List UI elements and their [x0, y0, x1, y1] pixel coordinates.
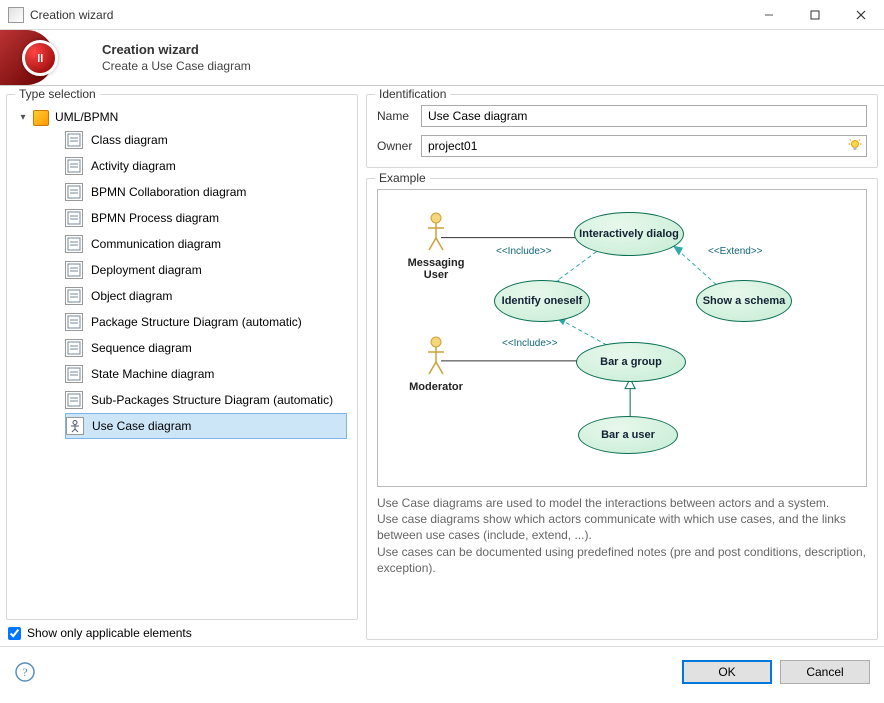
show-only-applicable-checkbox[interactable]: Show only applicable elements: [6, 620, 358, 640]
tree-item-bpmn-process-diagram[interactable]: BPMN Process diagram: [65, 205, 347, 231]
type-selection-group: Type selection ▾ UML/BPMN Class diagramA…: [6, 94, 358, 620]
owner-hint-button[interactable]: [844, 136, 866, 156]
diagram-type-icon: [65, 209, 83, 227]
tree-item-label: Communication diagram: [91, 237, 221, 251]
diagram-type-icon: [65, 131, 83, 149]
tree-item-label: BPMN Collaboration diagram: [91, 185, 246, 199]
ok-button[interactable]: OK: [682, 660, 772, 684]
example-description: Use Case diagrams are used to model the …: [377, 495, 867, 576]
type-selection-legend: Type selection: [15, 87, 100, 101]
diagram-type-icon: [65, 287, 83, 305]
wizard-header-icon: [22, 40, 58, 76]
include-label: <<Include>>: [502, 338, 558, 349]
tree-root-uml-bpmn[interactable]: ▾ UML/BPMN: [17, 107, 347, 127]
tree-item-label: State Machine diagram: [91, 367, 214, 381]
diagram-type-icon: [65, 183, 83, 201]
tree-item-deployment-diagram[interactable]: Deployment diagram: [65, 257, 347, 283]
dialog-footer: ? OK Cancel: [0, 646, 884, 696]
tree-item-object-diagram[interactable]: Object diagram: [65, 283, 347, 309]
diagram-type-icon: [65, 313, 83, 331]
uml-package-icon: [33, 109, 49, 125]
example-legend: Example: [375, 171, 430, 185]
name-label: Name: [377, 109, 421, 123]
tree-item-label: BPMN Process diagram: [91, 211, 219, 225]
tree-item-communication-diagram[interactable]: Communication diagram: [65, 231, 347, 257]
tree-item-label: Sub-Packages Structure Diagram (automati…: [91, 393, 333, 407]
tree-item-label: Package Structure Diagram (automatic): [91, 315, 302, 329]
tree-item-activity-diagram[interactable]: Activity diagram: [65, 153, 347, 179]
usecase-bar-user: Bar a user: [578, 416, 678, 454]
usecase-bar-group: Bar a group: [576, 342, 686, 382]
actor-label: Moderator: [402, 381, 470, 393]
tree-item-bpmn-collaboration-diagram[interactable]: BPMN Collaboration diagram: [65, 179, 347, 205]
wizard-subtitle: Create a Use Case diagram: [102, 59, 251, 73]
diagram-type-icon: [65, 235, 83, 253]
cancel-button[interactable]: Cancel: [780, 660, 870, 684]
usecase-show-schema: Show a schema: [696, 280, 792, 322]
actor-moderator: Moderator: [402, 336, 470, 393]
tree-item-label: Use Case diagram: [92, 419, 191, 433]
tree-item-label: Activity diagram: [91, 159, 176, 173]
tree-item-label: Deployment diagram: [91, 263, 202, 277]
diagram-type-icon: [65, 157, 83, 175]
include-label: <<Include>>: [496, 246, 552, 257]
extend-label: <<Extend>>: [708, 246, 763, 257]
tree-item-use-case-diagram[interactable]: Use Case diagram: [65, 413, 347, 439]
name-input[interactable]: [421, 105, 867, 127]
actor-label: Messaging User: [400, 257, 472, 281]
tree-item-label: Sequence diagram: [91, 341, 192, 355]
diagram-type-icon: [65, 391, 83, 409]
tree-item-package-structure-diagram-automatic-[interactable]: Package Structure Diagram (automatic): [65, 309, 347, 335]
diagram-type-icon: [65, 261, 83, 279]
tree-collapse-icon[interactable]: ▾: [17, 112, 29, 123]
identification-group: Identification Name Owner: [366, 94, 878, 168]
maximize-button[interactable]: [792, 0, 838, 30]
show-only-applicable-label: Show only applicable elements: [27, 626, 192, 640]
owner-input[interactable]: [422, 137, 844, 155]
app-icon: [8, 7, 24, 23]
help-button[interactable]: ?: [14, 661, 36, 683]
owner-label: Owner: [377, 139, 421, 153]
wizard-header: Creation wizard Create a Use Case diagra…: [0, 30, 884, 86]
diagram-type-icon: [66, 417, 84, 435]
actor-messaging-user: Messaging User: [400, 212, 472, 281]
diagram-type-icon: [65, 339, 83, 357]
titlebar: Creation wizard: [0, 0, 884, 30]
tree-item-class-diagram[interactable]: Class diagram: [65, 127, 347, 153]
usecase-identify-oneself: Identify oneself: [494, 280, 590, 322]
svg-text:?: ?: [22, 665, 27, 679]
show-only-applicable-input[interactable]: [8, 627, 21, 640]
diagram-type-icon: [65, 365, 83, 383]
tree-item-sub-packages-structure-diagram-automatic-[interactable]: Sub-Packages Structure Diagram (automati…: [65, 387, 347, 413]
close-button[interactable]: [838, 0, 884, 30]
tree-item-label: Class diagram: [91, 133, 168, 147]
minimize-button[interactable]: [746, 0, 792, 30]
identification-legend: Identification: [375, 87, 450, 101]
tree-item-sequence-diagram[interactable]: Sequence diagram: [65, 335, 347, 361]
example-group: Example: [366, 178, 878, 640]
tree-item-label: Object diagram: [91, 289, 172, 303]
usecase-interactively-dialog: Interactively dialog: [574, 212, 684, 256]
tree-root-label: UML/BPMN: [55, 110, 118, 124]
window-title: Creation wizard: [30, 8, 746, 22]
wizard-title: Creation wizard: [102, 42, 251, 57]
example-diagram: Messaging User Moderator Interactively d…: [377, 189, 867, 487]
tree-item-state-machine-diagram[interactable]: State Machine diagram: [65, 361, 347, 387]
diagram-type-tree[interactable]: ▾ UML/BPMN Class diagram Activity diagram…: [15, 103, 349, 443]
